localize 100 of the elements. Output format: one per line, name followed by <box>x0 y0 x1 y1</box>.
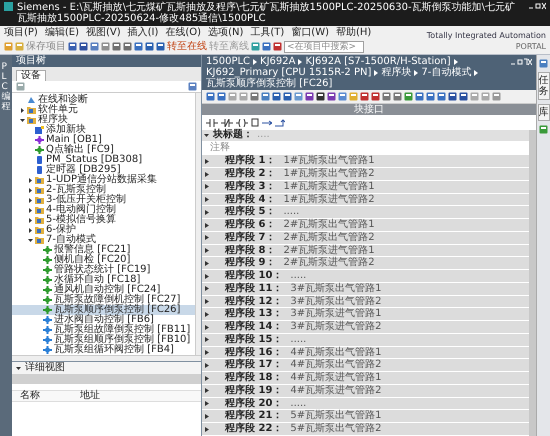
toolbar-icon[interactable] <box>371 92 380 101</box>
horizontal-scrollbar[interactable] <box>12 355 201 361</box>
tree-item[interactable]: 水循环自动 [FC18] <box>12 275 195 285</box>
network-row[interactable]: 程序段 21： 5#瓦斯泵出气管路1 <box>202 410 529 422</box>
collapsed-arrow-icon[interactable] <box>205 158 209 164</box>
devices-tab[interactable]: 设备 <box>16 70 46 81</box>
collapsed-arrow-icon[interactable] <box>205 376 209 381</box>
collapsed-arrow-icon[interactable] <box>205 337 209 342</box>
menu-item[interactable]: 视图(V) <box>86 28 121 38</box>
network-row[interactable]: 程序段 20： ..... <box>202 398 529 410</box>
collapsed-arrow-icon[interactable] <box>28 218 33 222</box>
tree-item[interactable]: 瓦斯泵组故障倒泵控制 [FB11] <box>12 325 195 335</box>
collapsed-arrow-icon[interactable] <box>205 362 209 368</box>
tree-item[interactable]: 5-模拟信号换算 <box>12 215 195 225</box>
tree-item[interactable]: 软件单元 <box>12 105 195 115</box>
window-controls-icon[interactable] <box>528 2 546 10</box>
collapsed-arrow-icon[interactable] <box>205 388 209 394</box>
network-row[interactable]: 程序段 11： 3#瓦斯泵出气管路1 <box>202 282 529 295</box>
menu-item[interactable]: 编辑(E) <box>44 28 79 38</box>
collapsed-arrow-icon[interactable] <box>28 208 33 212</box>
network-row[interactable]: 程序段 12： 3#瓦斯泵出气管路2 <box>202 296 529 308</box>
network-row[interactable]: 程序段 14： 3#瓦斯泵进气管路2 <box>202 321 529 333</box>
tree-item[interactable]: 通风机自动控制 [FC24] <box>12 285 195 295</box>
collapsed-arrow-icon[interactable] <box>28 198 33 202</box>
tree-item[interactable]: 瓦斯泵组顺序倒泵控制 [FB10] <box>12 335 195 345</box>
network-row[interactable]: 程序段 5： ..... <box>202 206 529 218</box>
toolbar-icon[interactable] <box>272 92 281 101</box>
collapse-arrow-icon[interactable] <box>16 366 21 370</box>
collapsed-arrow-icon[interactable] <box>205 286 209 292</box>
tree-item[interactable]: 4-电动阀门控制 <box>12 205 195 215</box>
collapsed-arrow-icon[interactable] <box>205 172 209 177</box>
side-tab[interactable]: 库 <box>538 104 550 121</box>
tree-item[interactable]: 瓦斯泵故障倒机控制 [FC27] <box>12 295 195 305</box>
tree-item[interactable]: 3-低压开关柜控制 <box>12 195 195 205</box>
menu-item[interactable]: 项目(P) <box>4 28 38 38</box>
collapsed-arrow-icon[interactable] <box>28 188 33 192</box>
collapsed-arrow-icon[interactable] <box>205 312 209 317</box>
collapsed-arrow-icon[interactable] <box>205 235 209 240</box>
tree-item[interactable]: 2-瓦斯泵控制 <box>12 185 195 195</box>
coil-icon[interactable] <box>236 118 248 126</box>
network-row[interactable]: 程序段 4： 1#瓦斯泵进气管路2 <box>202 194 529 206</box>
collapsed-arrow-icon[interactable] <box>205 260 209 266</box>
tree-item[interactable]: Main [OB1] <box>12 135 195 145</box>
network-row[interactable]: 程序段 18： 4#瓦斯泵进气管路1 <box>202 372 529 384</box>
scrollbar[interactable] <box>529 130 536 436</box>
no-contact-icon[interactable] <box>206 118 218 126</box>
scrollbar[interactable] <box>195 93 201 355</box>
breadcrumb-item[interactable]: KJ692_Primary [CPU 1515R-2 PN] <box>206 67 372 78</box>
collapsed-arrow-icon[interactable] <box>20 108 25 112</box>
tree-item[interactable]: 瓦斯泵顺序倒泵控制 [FC26] <box>12 305 195 315</box>
open-branch-icon[interactable] <box>262 118 272 126</box>
tree-item[interactable]: Q点输出 [FC9] <box>12 145 195 155</box>
collapsed-arrow-icon[interactable] <box>205 324 209 330</box>
breadcrumb-item[interactable]: 1500PLC <box>206 56 250 67</box>
empty-box-icon[interactable] <box>251 118 259 127</box>
window-controls-icon[interactable] <box>510 58 532 66</box>
breadcrumb-item[interactable]: 程序块 <box>381 67 412 78</box>
tree-item[interactable]: PM_Status [DB308] <box>12 155 195 165</box>
tree-item[interactable]: 1-UDP通信分站数据采集 <box>12 175 195 185</box>
collapsed-arrow-icon[interactable] <box>205 222 209 228</box>
toolbar-icon[interactable] <box>459 92 468 101</box>
collapsed-arrow-icon[interactable] <box>205 426 209 432</box>
menu-item[interactable]: 窗口(W) <box>291 28 329 38</box>
menu-item[interactable]: 插入(I) <box>128 28 158 38</box>
tree-item[interactable]: 侧机自检 [FC20] <box>12 255 195 265</box>
tree-item[interactable]: 进水阀自动控制 [FB6] <box>12 315 195 325</box>
tree-item[interactable]: 6-保护 <box>12 225 195 235</box>
network-row[interactable]: 程序段 22： 5#瓦斯泵出气管路2 <box>202 423 529 435</box>
toolbar-icon[interactable] <box>305 92 314 101</box>
toolbar-icon[interactable] <box>327 92 336 101</box>
breadcrumb-item[interactable]: 7-自动模式 <box>421 67 472 78</box>
network-row[interactable]: 程序段 16： 4#瓦斯泵出气管路1 <box>202 346 529 358</box>
network-row[interactable]: 程序段 17： 4#瓦斯泵出气管路2 <box>202 359 529 372</box>
menu-item[interactable]: 帮助(H) <box>336 28 372 38</box>
tree-item[interactable]: 管路状态统计 [FC19] <box>12 265 195 275</box>
collapsed-arrow-icon[interactable] <box>205 184 209 190</box>
side-tab[interactable]: 任务 <box>538 72 550 100</box>
collapsed-arrow-icon[interactable] <box>205 350 209 356</box>
collapsed-arrow-icon[interactable] <box>205 414 209 419</box>
close-branch-icon[interactable] <box>275 118 285 126</box>
network-row[interactable]: 程序段 9： 2#瓦斯泵进气管路2 <box>202 257 529 270</box>
toolbar-icon[interactable] <box>316 92 325 101</box>
network-row[interactable]: 程序段 1： 1#瓦斯泵出气管路1 <box>202 155 529 168</box>
tree-item[interactable]: 7-自动模式 <box>12 235 195 245</box>
menu-item[interactable]: 在线(O) <box>165 28 202 38</box>
tree-item[interactable]: 报警信息 [FC21] <box>12 245 195 255</box>
collapsed-arrow-icon[interactable] <box>205 274 209 279</box>
menu-item[interactable]: 选项(N) <box>208 28 244 38</box>
expanded-arrow-icon[interactable] <box>28 238 33 242</box>
menu-item[interactable]: 工具(T) <box>250 28 284 38</box>
collapsed-arrow-icon[interactable] <box>28 178 33 182</box>
network-row[interactable]: 程序段 3： 1#瓦斯泵进气管路1 <box>202 180 529 193</box>
network-row[interactable]: 程序段 15： ..... <box>202 334 529 346</box>
breadcrumb-item[interactable]: KJ692A [S7-1500R/H-Station] <box>305 56 451 67</box>
collapsed-arrow-icon[interactable] <box>205 299 209 304</box>
tree-item[interactable]: 程序块 <box>12 115 195 125</box>
toolbar-icon[interactable] <box>448 92 457 101</box>
network-row[interactable]: 程序段 8： 2#瓦斯泵进气管路1 <box>202 244 529 256</box>
network-row[interactable]: 程序段 6： 2#瓦斯泵出气管路1 <box>202 219 529 231</box>
tree-item[interactable]: 瓦斯泵组循环阀控制 [FB4] <box>12 345 195 355</box>
